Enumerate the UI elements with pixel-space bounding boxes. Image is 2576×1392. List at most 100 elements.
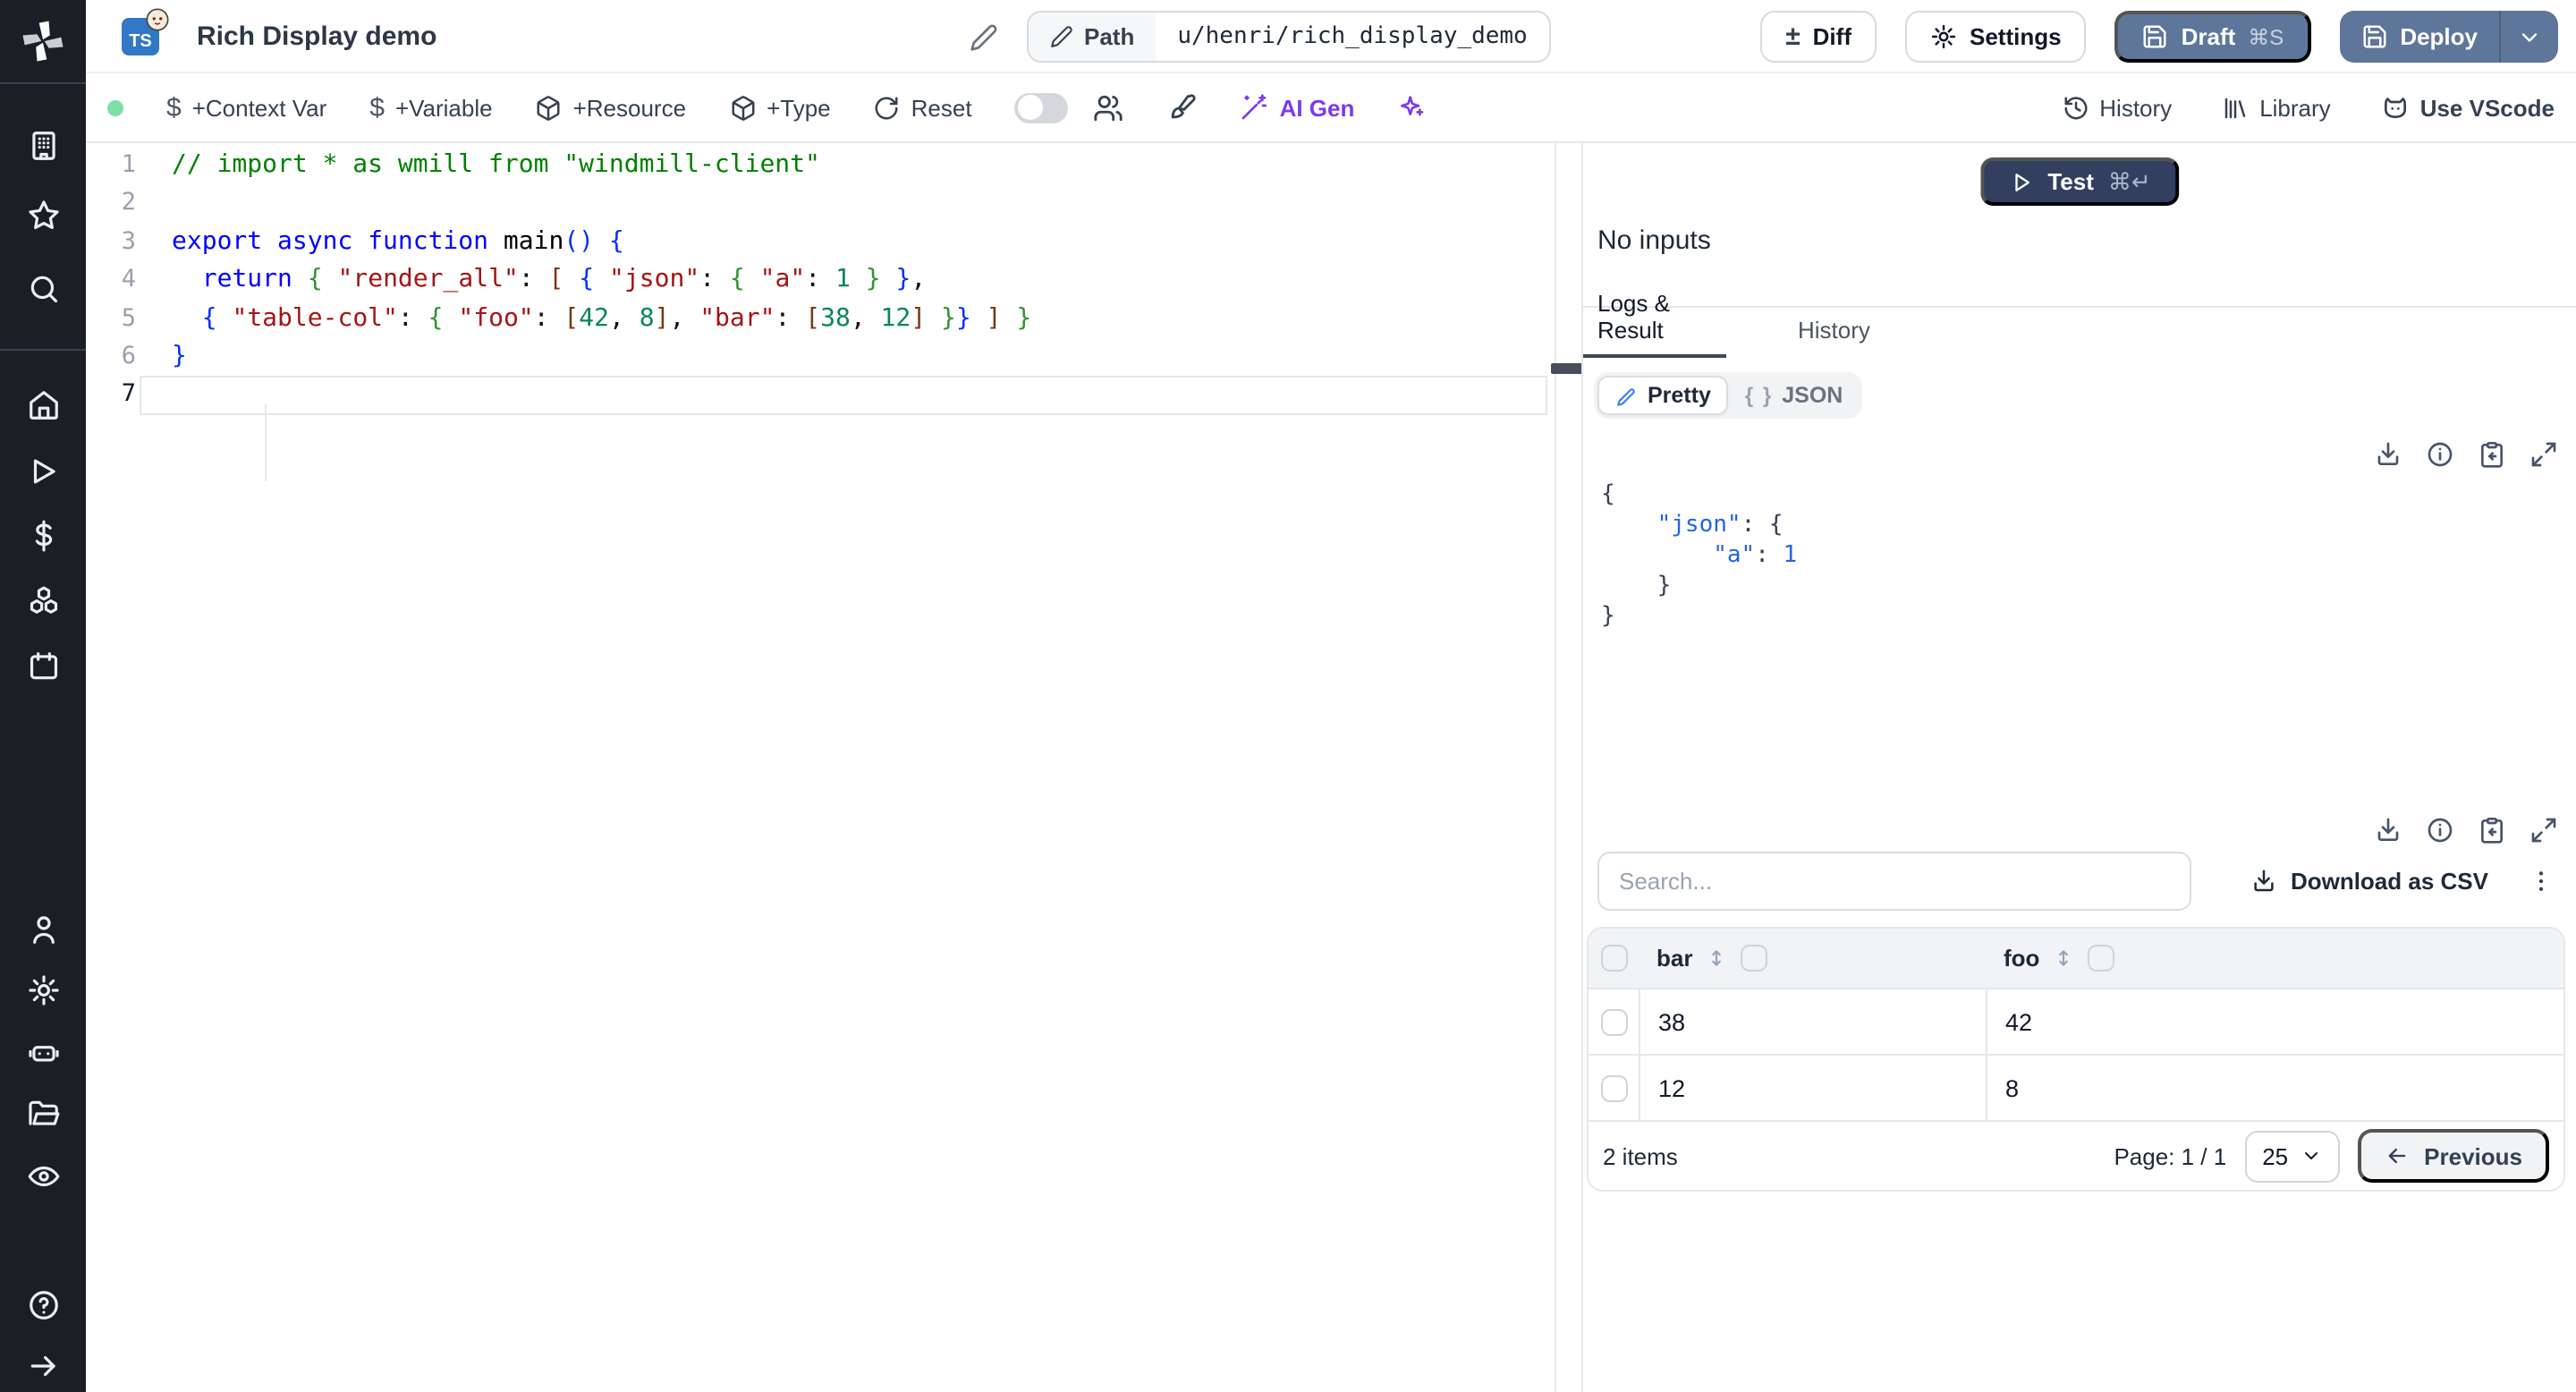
gear-icon (1931, 24, 1956, 49)
user-icon[interactable] (0, 902, 86, 955)
panel-resize-divider[interactable] (1551, 143, 1587, 1392)
schedules-calendar-icon[interactable] (0, 639, 86, 692)
select-all-checkbox[interactable] (1600, 945, 1627, 972)
chevron-down-icon (2305, 1152, 2318, 1159)
curly-braces-icon: { } (1744, 383, 1774, 408)
resources-cubes-icon[interactable] (0, 573, 86, 626)
table-cell-value: 42 (2005, 1008, 2033, 1035)
code-line[interactable]: 1// import * as wmill from "windmill-cli… (86, 147, 1555, 185)
use-vscode-button[interactable]: Use VScode (2381, 93, 2555, 122)
plus-minus-icon: ± (1785, 21, 1801, 52)
column-header-bar[interactable]: bar (1657, 945, 1692, 972)
save-icon (2144, 25, 2167, 48)
view-toggle-row: Pretty { } JSON (1583, 358, 2576, 419)
sort-icon[interactable] (2052, 946, 2075, 970)
library-button[interactable]: Library (2222, 94, 2331, 121)
line-number: 2 (121, 188, 136, 217)
edit-summary-pencil-icon[interactable] (970, 23, 998, 52)
path-button[interactable]: Path (1029, 13, 1157, 61)
table-footer: 2 items Page: 1 / 1 25 Previous (1589, 1120, 2563, 1190)
code-editor[interactable]: 1// import * as wmill from "windmill-cli… (86, 143, 1556, 1392)
pen-icon (1617, 387, 1635, 405)
windmill-logo[interactable] (0, 0, 86, 82)
download-icon[interactable] (2374, 440, 2402, 469)
tab-history[interactable]: History (1798, 317, 1870, 358)
draft-button[interactable]: Draft ⌘S (2114, 11, 2311, 63)
table-row[interactable]: 38 42 (1589, 988, 2563, 1054)
help-icon[interactable] (0, 1277, 86, 1331)
package-icon (538, 95, 561, 120)
runs-play-icon[interactable] (0, 444, 86, 497)
deploy-dropdown-button[interactable] (2501, 11, 2558, 63)
test-button[interactable]: Test ⌘↵ (1979, 157, 2180, 206)
page-size-select[interactable]: 25 (2244, 1130, 2341, 1182)
column-header-foo[interactable]: foo (2004, 945, 2039, 972)
editor-toolbar: $ +Context Var $ +Variable +Resource +Ty… (86, 73, 2576, 143)
history-button[interactable]: History (2062, 94, 2172, 121)
chevron-down-icon (2521, 32, 2538, 41)
code-line[interactable]: 7 (86, 376, 1555, 415)
pretty-toggle-button[interactable]: Pretty (1597, 376, 1729, 415)
row-checkbox[interactable] (1600, 1074, 1627, 1101)
previous-page-button[interactable]: Previous (2358, 1129, 2549, 1183)
settings-gear-icon[interactable] (0, 963, 86, 1016)
variables-dollar-icon[interactable] (0, 508, 86, 562)
table-row[interactable]: 12 8 (1589, 1054, 2563, 1120)
code-line[interactable]: 3 export async function main() { (86, 224, 1555, 262)
code-line[interactable]: 5 { "table-col": { "foo": [42, 8], "bar"… (86, 300, 1555, 338)
toolbar-right: History Library Use VScode (2062, 93, 2576, 122)
kebab-menu-icon[interactable] (2528, 868, 2555, 895)
deploy-button[interactable]: Deploy (2339, 11, 2499, 63)
test-section: Test ⌘↵ No inputs (1583, 143, 2576, 308)
collab-toggle[interactable] (1014, 92, 1069, 123)
audit-eye-icon[interactable] (0, 1149, 86, 1202)
result-tabs: Logs & Result History (1583, 290, 2576, 358)
settings-button[interactable]: Settings (1905, 11, 2087, 63)
clipboard-copy-icon[interactable] (2478, 440, 2506, 469)
expand-icon[interactable] (2529, 440, 2558, 469)
sort-icon[interactable] (1705, 946, 1728, 970)
path-value[interactable]: u/henri/rich_display_demo (1156, 13, 1548, 61)
json-toggle-button[interactable]: { } JSON (1729, 378, 1859, 413)
home-icon[interactable] (0, 378, 86, 431)
download-csv-button[interactable]: Download as CSV (2251, 868, 2488, 895)
code-line[interactable]: 6} (86, 338, 1555, 377)
add-context-var-button[interactable]: $ +Context Var (166, 92, 326, 123)
download-icon[interactable] (2374, 816, 2402, 845)
info-icon[interactable] (2426, 816, 2454, 845)
format-brush-icon[interactable] (1167, 92, 1198, 123)
add-type-button[interactable]: +Type (729, 94, 831, 121)
search-input[interactable] (1597, 852, 2191, 911)
page-indicator: Page: 1 / 1 (2114, 1142, 2227, 1169)
expand-sidebar-arrow-icon[interactable] (0, 1338, 86, 1392)
column-filter-checkbox[interactable] (2088, 945, 2115, 972)
code-line[interactable]: 4 return { "render_all": [ { "json": { "… (86, 261, 1555, 300)
ai-gen-button[interactable]: AI Gen (1241, 93, 1354, 122)
info-icon[interactable] (2426, 440, 2454, 469)
left-sidebar (0, 0, 86, 1392)
column-filter-checkbox[interactable] (1741, 945, 1768, 972)
expand-icon[interactable] (2529, 816, 2558, 845)
row-checkbox[interactable] (1600, 1008, 1627, 1035)
add-resource-button[interactable]: +Resource (536, 94, 686, 121)
table-cell-value: 38 (1658, 1008, 1686, 1035)
search-icon[interactable] (0, 261, 86, 315)
sidebar-divider (0, 82, 86, 84)
pretty-json-toggle: Pretty { } JSON (1594, 372, 1863, 419)
tab-logs-result[interactable]: Logs & Result (1597, 290, 1726, 358)
folders-icon[interactable] (0, 1086, 86, 1140)
favorites-star-icon[interactable] (0, 188, 86, 242)
clipboard-copy-icon[interactable] (2478, 816, 2506, 845)
workspace-building-icon[interactable] (0, 118, 86, 172)
code-line[interactable]: 2 (86, 185, 1555, 224)
sparkles-icon[interactable] (1397, 93, 1426, 122)
line-number: 3 (121, 226, 136, 256)
workers-robot-icon[interactable] (0, 1025, 86, 1079)
users-icon[interactable] (1094, 92, 1124, 123)
diff-button[interactable]: ± Diff (1760, 11, 1877, 63)
table-body: 38 42 12 8 (1589, 988, 2563, 1120)
reset-button[interactable]: Reset (874, 94, 972, 121)
add-variable-button[interactable]: $ +Variable (369, 92, 492, 123)
vscode-icon (2384, 98, 2406, 118)
result-json-line: { (1601, 481, 1615, 508)
